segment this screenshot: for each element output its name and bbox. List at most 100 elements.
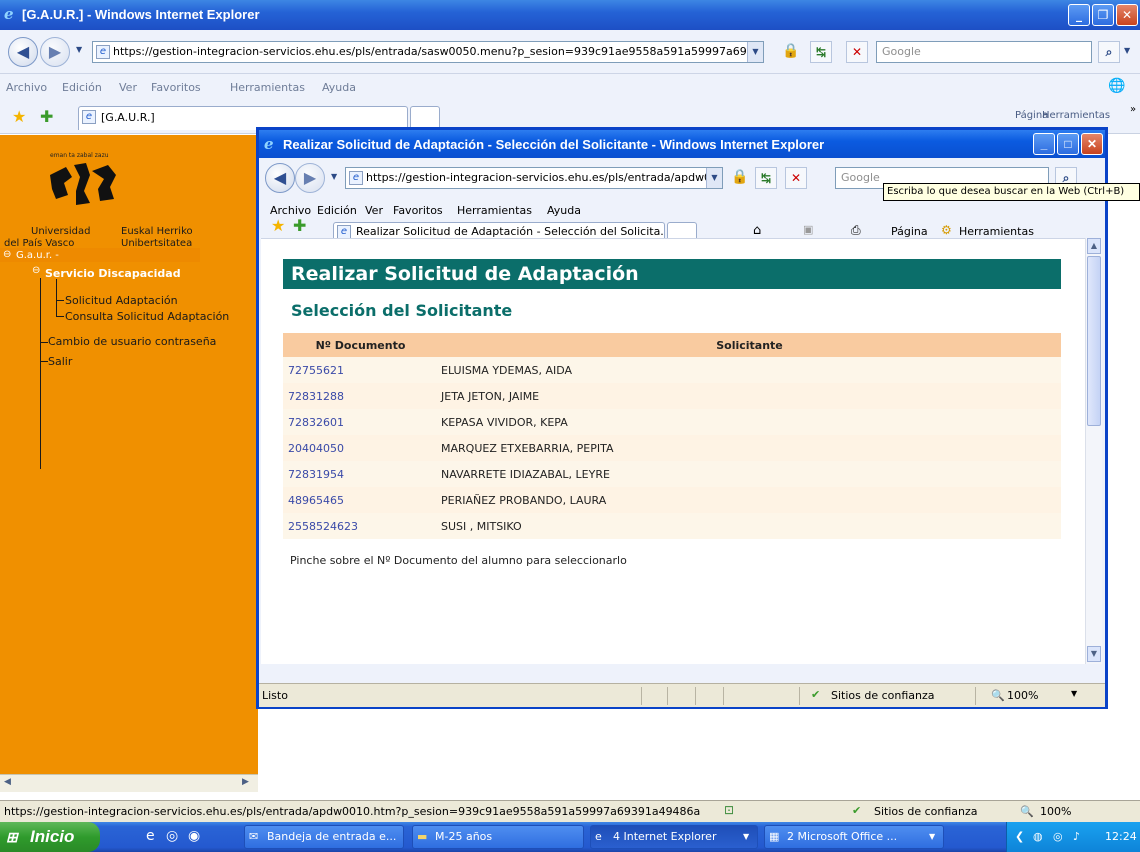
popup-zoom-icon[interactable]: 🔍	[991, 689, 1005, 702]
windows-taskbar: ⊞ Inicio e ◎ ◉ ✉ Bandeja de entrada e...…	[0, 822, 1140, 852]
popup-menu-herramientas[interactable]: Herramientas	[457, 204, 532, 217]
tools-menu-label[interactable]: Herramientas	[1042, 110, 1110, 121]
search-icon[interactable]: ⌕	[1098, 41, 1120, 63]
quicklaunch-show-desktop-icon[interactable]: ◉	[188, 828, 200, 844]
quicklaunch-ie-icon[interactable]: e	[146, 828, 155, 844]
url-dropdown-icon[interactable]: ▼	[747, 42, 763, 62]
popup-close-button[interactable]: ✕	[1081, 133, 1103, 155]
popup-zoom-dropdown-icon[interactable]: ▼	[1071, 689, 1077, 698]
tree-item-cambio-usuario[interactable]: Cambio de usuario contraseña	[48, 335, 216, 348]
main-menu-bar: Archivo Edición Ver Favoritos Herramient…	[0, 74, 1140, 100]
popup-history-dropdown-icon[interactable]: ▼	[331, 172, 337, 181]
task-bandeja-entrada[interactable]: ✉ Bandeja de entrada e...	[244, 825, 404, 849]
table-row: 2558524623 SUSI , MITSIKO	[283, 513, 1061, 539]
lock-icon[interactable]: 🔒	[782, 43, 799, 59]
group-dropdown-icon[interactable]: ▼	[929, 826, 935, 848]
scroll-down-icon[interactable]: ▼	[1087, 646, 1101, 662]
scroll-thumb[interactable]	[1087, 256, 1101, 426]
menu-edicion[interactable]: Edición	[62, 81, 102, 94]
quicklaunch-browser-icon[interactable]: ◎	[166, 828, 178, 844]
menu-herramientas[interactable]: Herramientas	[230, 81, 305, 94]
tree-collapse-icon[interactable]: ⊖	[3, 249, 11, 260]
menu-ver[interactable]: Ver	[119, 81, 137, 94]
back-button[interactable]: ◀	[8, 37, 38, 67]
tree-group-servicio-discapacidad[interactable]: Servicio Discapacidad	[45, 267, 181, 280]
popup-page-menu[interactable]: Página	[891, 225, 928, 238]
popup-print-icon[interactable]: ⎙	[851, 223, 861, 238]
refresh-icon[interactable]: ↹	[810, 41, 832, 63]
tree-branch-line	[40, 278, 41, 469]
system-tray: ❮ ◍ ◎ ♪ 12:24	[1006, 822, 1140, 852]
tree-item-salir[interactable]: Salir	[48, 355, 72, 368]
stop-icon[interactable]: ✕	[846, 41, 868, 63]
document-link[interactable]: 48965465	[283, 487, 438, 513]
popup-lock-icon[interactable]: 🔒	[731, 169, 748, 185]
zoom-icon[interactable]: 🔍	[1020, 805, 1034, 818]
ie-icon: e	[4, 5, 14, 23]
popup-url-field[interactable]: e https://gestion-integracion-servicios.…	[345, 167, 723, 189]
menu-archivo[interactable]: Archivo	[6, 81, 47, 94]
group-dropdown-icon[interactable]: ▼	[743, 826, 749, 848]
document-link[interactable]: 72831954	[283, 461, 438, 487]
popup-stop-icon[interactable]: ✕	[785, 167, 807, 189]
close-button[interactable]: ✕	[1116, 4, 1138, 26]
left-panel-scrollbar[interactable]: ◀ ▶	[0, 774, 258, 792]
minimize-button[interactable]: _	[1068, 4, 1090, 26]
popup-menu-favoritos[interactable]: Favoritos	[393, 204, 443, 217]
history-dropdown-icon[interactable]: ▼	[76, 45, 82, 54]
tree-item-consulta-solicitud[interactable]: Consulta Solicitud Adaptación	[65, 310, 229, 323]
popup-favorites-star-icon[interactable]: ★	[271, 216, 285, 235]
popup-feeds-icon[interactable]: ▣	[803, 223, 813, 236]
windows-flag-icon[interactable]: 🌐	[1108, 78, 1125, 94]
forward-button[interactable]: ▶	[40, 37, 70, 67]
main-status-zoom[interactable]: 100%	[1040, 805, 1071, 818]
scroll-left-icon[interactable]: ◀	[4, 777, 11, 787]
scroll-up-icon[interactable]: ▲	[1087, 238, 1101, 254]
popup-add-favorites-icon[interactable]: ✚	[293, 216, 306, 235]
tray-app-icon[interactable]: ◍	[1033, 822, 1043, 852]
scroll-right-icon[interactable]: ▶	[242, 777, 249, 787]
favorites-star-icon[interactable]: ★	[12, 107, 26, 126]
main-url-field[interactable]: e https://gestion-integracion-servicios.…	[92, 41, 764, 63]
task-internet-explorer[interactable]: e 4 Internet Explorer ▼	[590, 825, 758, 849]
popup-back-button[interactable]: ◀	[265, 163, 295, 193]
popup-menu-ver[interactable]: Ver	[365, 204, 383, 217]
popup-maximize-button[interactable]: □	[1057, 133, 1079, 155]
popup-url-dropdown-icon[interactable]: ▼	[706, 168, 722, 188]
popup-tools-gear-icon[interactable]: ⚙	[941, 223, 952, 237]
search-options-icon[interactable]: ▼	[1124, 46, 1130, 55]
popup-refresh-icon[interactable]: ↹	[755, 167, 777, 189]
tray-volume-icon[interactable]: ♪	[1073, 822, 1080, 852]
task-m25[interactable]: ▬ M-25 años	[412, 825, 584, 849]
popup-menu-edicion[interactable]: Edición	[317, 204, 357, 217]
popup-home-icon[interactable]: ⌂	[753, 223, 761, 238]
popup-forward-button[interactable]: ▶	[295, 163, 325, 193]
restore-button[interactable]: ❐	[1092, 4, 1114, 26]
chevron-more-icon[interactable]: »	[1130, 104, 1136, 115]
tray-network-icon[interactable]: ◎	[1053, 822, 1063, 852]
clock: 12:24	[1105, 830, 1137, 843]
document-link[interactable]: 2558524623	[283, 513, 438, 539]
tree-root[interactable]: G.a.u.r. -	[16, 250, 59, 261]
main-address-bar: ◀ ▶ ▼ e https://gestion-integracion-serv…	[0, 30, 1140, 74]
popup-tools-menu[interactable]: Herramientas	[959, 225, 1034, 238]
popup-status-zoom[interactable]: 100%	[1007, 689, 1038, 702]
document-link[interactable]: 72831288	[283, 383, 438, 409]
tray-arrow-icon[interactable]: ❮	[1015, 822, 1024, 852]
main-search-input[interactable]: Google	[876, 41, 1092, 63]
crest-caption: eman ta zabal zazu	[50, 152, 109, 159]
menu-ayuda[interactable]: Ayuda	[322, 81, 356, 94]
add-favorites-icon[interactable]: ✚	[40, 107, 53, 126]
start-button[interactable]: ⊞ Inicio	[0, 822, 100, 852]
popup-menu-ayuda[interactable]: Ayuda	[547, 204, 581, 217]
table-row: 20404050 MARQUEZ ETXEBARRIA, PEPITA	[283, 435, 1061, 461]
popup-vertical-scrollbar[interactable]: ▲ ▼	[1085, 238, 1102, 664]
task-microsoft-office[interactable]: ▦ 2 Microsoft Office ... ▼	[764, 825, 944, 849]
document-link[interactable]: 72832601	[283, 409, 438, 435]
tree-group-collapse-icon[interactable]: ⊖	[32, 265, 40, 276]
tree-item-solicitud-adaptacion[interactable]: Solicitud Adaptación	[65, 294, 178, 307]
menu-favoritos[interactable]: Favoritos	[151, 81, 201, 94]
document-link[interactable]: 72755621	[283, 357, 438, 383]
popup-minimize-button[interactable]: _	[1033, 133, 1055, 155]
document-link[interactable]: 20404050	[283, 435, 438, 461]
